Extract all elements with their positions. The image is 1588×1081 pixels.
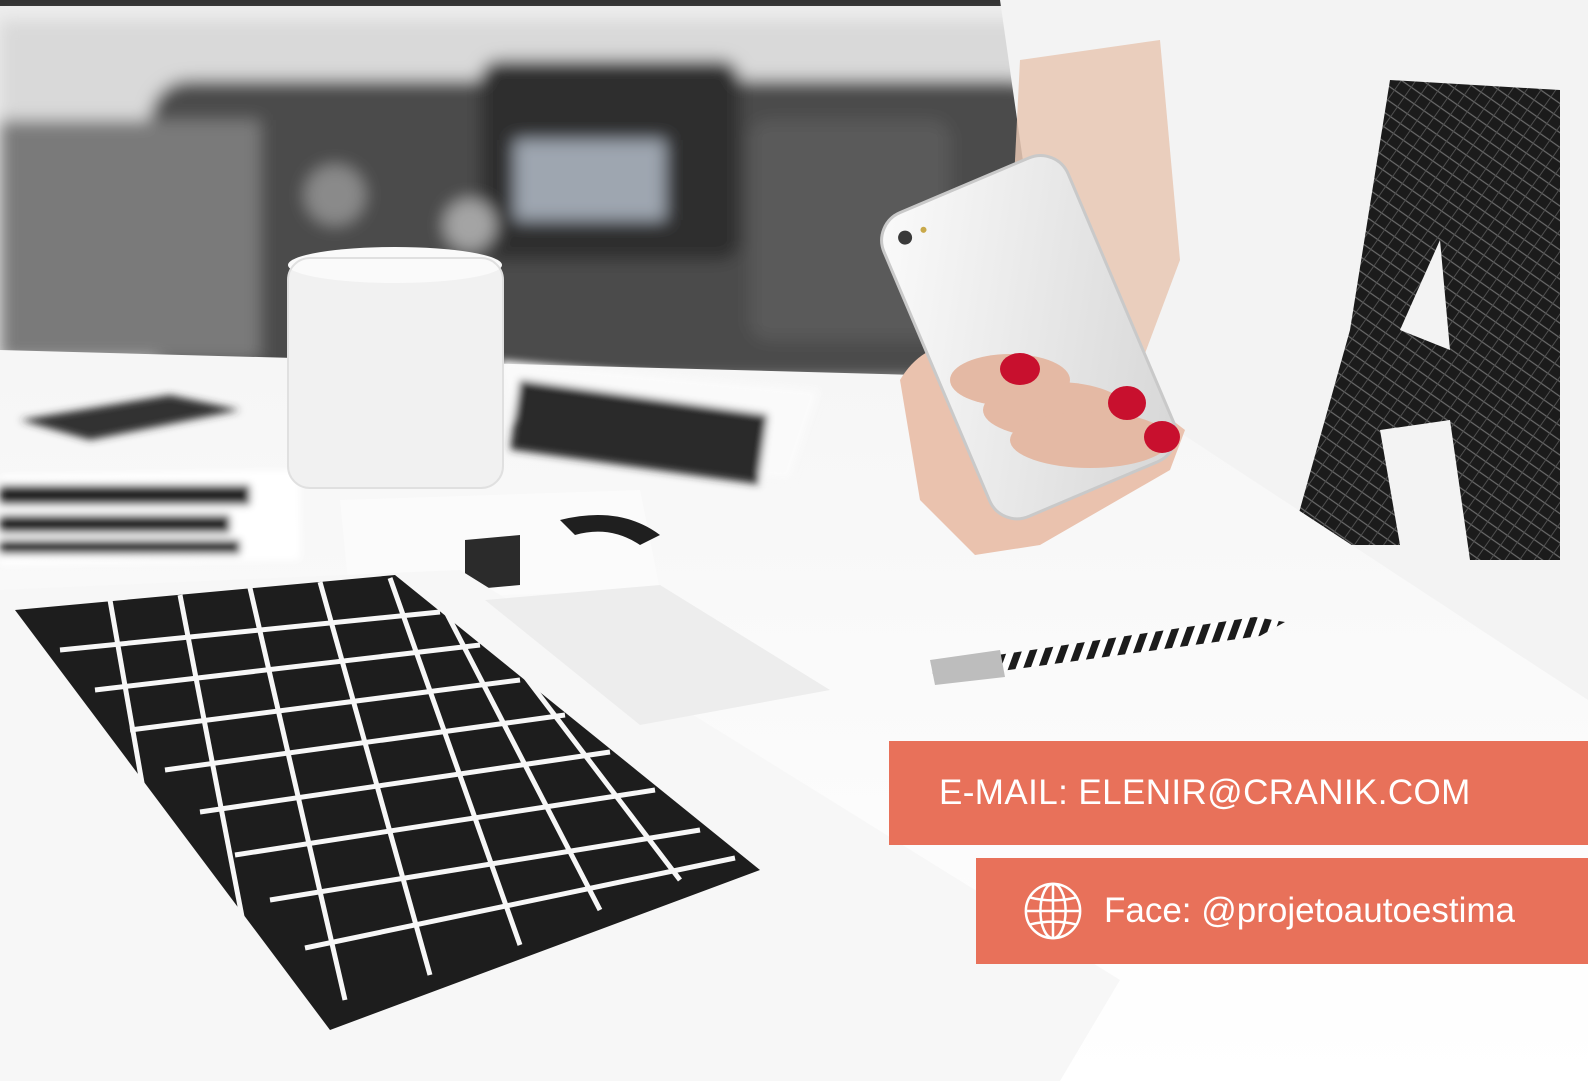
- globe-icon: [1024, 882, 1082, 940]
- poster: E-MAIL: ELENIR@CRANIK.COM Face: @projeto…: [0, 0, 1588, 1081]
- facebook-handle: Face: @projetoautoestima: [1104, 891, 1516, 930]
- email-banner: E-MAIL: ELENIR@CRANIK.COM: [889, 741, 1588, 845]
- email-text: E-MAIL: ELENIR@CRANIK.COM: [939, 773, 1471, 812]
- facebook-banner: Face: @projetoautoestima: [976, 858, 1588, 964]
